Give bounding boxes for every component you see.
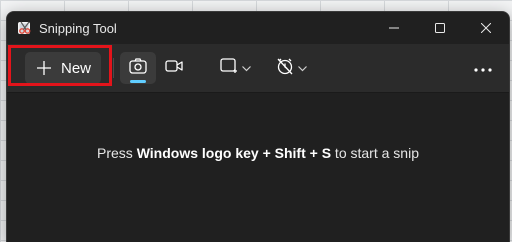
chevron-down-icon <box>241 59 251 77</box>
video-camera-icon <box>165 59 183 78</box>
hint-shortcut: Windows logo key + Shift + S <box>136 145 332 161</box>
window-title: Snipping Tool <box>39 21 117 36</box>
minimize-button[interactable] <box>371 12 417 44</box>
see-more-button[interactable] <box>467 52 499 84</box>
capture-mode-group <box>120 52 194 84</box>
title-bar[interactable]: Snipping Tool <box>7 12 509 44</box>
maximize-button[interactable] <box>417 12 463 44</box>
maximize-icon <box>435 23 445 33</box>
record-mode-button[interactable] <box>156 52 192 84</box>
chevron-down-icon <box>297 59 307 77</box>
snip-shape-dropdown[interactable] <box>213 52 257 84</box>
close-icon <box>481 23 491 33</box>
hint-suffix: to start a snip <box>331 145 419 161</box>
hint-prefix: Press <box>97 145 137 161</box>
toolbar-divider <box>113 58 114 78</box>
plus-icon <box>37 61 51 75</box>
snip-mode-button[interactable] <box>120 52 156 84</box>
close-button[interactable] <box>463 12 509 44</box>
active-mode-indicator <box>130 80 146 83</box>
rectangle-snip-icon <box>219 57 238 79</box>
no-timer-icon <box>276 57 294 80</box>
snipping-tool-window: Snipping Tool New Press Windows logo key… <box>6 11 510 242</box>
toolbar: New <box>7 44 509 93</box>
camera-icon <box>129 57 147 79</box>
minimize-icon <box>389 23 399 33</box>
snipping-tool-icon <box>17 20 33 36</box>
snip-canvas: Press Windows logo key + Shift + S to st… <box>7 93 509 242</box>
start-snip-hint: Press Windows logo key + Shift + S to st… <box>7 145 509 161</box>
more-icon <box>474 59 492 77</box>
new-button-label: New <box>61 59 92 77</box>
new-snip-button[interactable]: New <box>25 52 101 84</box>
snip-delay-dropdown[interactable] <box>269 52 313 84</box>
